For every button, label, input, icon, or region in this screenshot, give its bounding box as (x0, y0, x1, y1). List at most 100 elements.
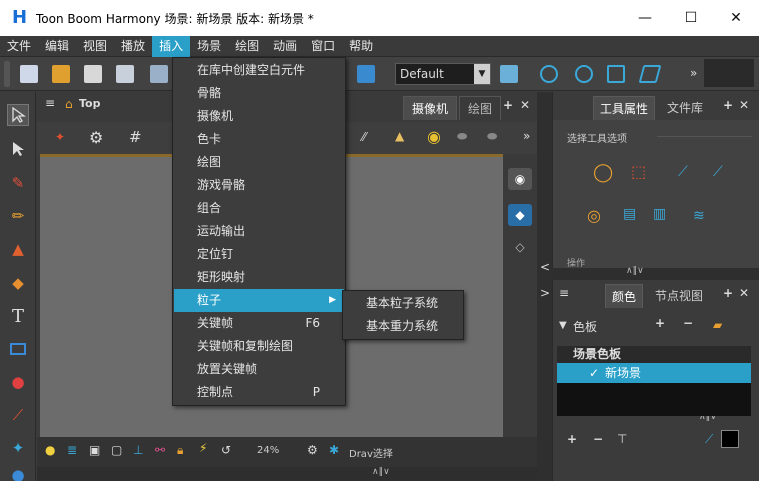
open-folder-icon[interactable] (52, 65, 70, 83)
lightbulb-icon[interactable]: ● (45, 443, 55, 457)
chevron-left-icon[interactable]: < (540, 260, 550, 274)
tab-tool-properties[interactable]: 工具属性 (593, 96, 656, 120)
select-stroke-icon[interactable]: ◎ (587, 206, 601, 225)
add-view-icon[interactable]: + (503, 98, 513, 112)
pencil-tool-icon[interactable]: ✏ (7, 205, 29, 227)
close-panel-icon[interactable]: ✕ (739, 98, 749, 112)
menu-item-particle[interactable]: 粒子 ▶ (174, 289, 344, 312)
eraser-tool-icon[interactable]: ◆ (7, 272, 29, 294)
tab-drawing[interactable]: 绘图 (459, 96, 502, 120)
link-icon[interactable]: ⚯ (155, 443, 165, 457)
layers-icon[interactable]: ◆ (508, 204, 532, 226)
menu-drawing[interactable]: 绘图 (228, 36, 266, 57)
layers-stack-icon[interactable]: ≣ (67, 443, 77, 457)
rotate-icon[interactable] (575, 65, 593, 83)
menu-item-game-bone[interactable]: 游戏骨骼 (174, 174, 344, 197)
brush-tool-icon[interactable]: ✎ (7, 172, 29, 194)
menu-item-camera[interactable]: 摄像机 (174, 105, 344, 128)
view-preset-select[interactable]: Default ▼ (395, 63, 491, 85)
menu-item-basic-particle-system[interactable]: 基本粒子系统 (344, 292, 462, 315)
tab-node-view[interactable]: 节点视图 (649, 284, 709, 308)
menu-edit[interactable]: 编辑 (38, 36, 76, 57)
stamp-tool-icon[interactable]: ▲ (7, 238, 29, 260)
menu-item-colour-card[interactable]: 色卡 (174, 128, 344, 151)
close-view-icon[interactable]: ✕ (520, 98, 530, 112)
menu-item-set-keyframe[interactable]: 放置关键帧 (174, 358, 344, 381)
remove-colour-icon[interactable]: − (593, 432, 603, 446)
add-colour-panel-icon[interactable]: + (723, 286, 733, 300)
tab-library[interactable]: 文件库 (661, 96, 709, 120)
skew-icon[interactable] (638, 65, 662, 83)
flash-icon[interactable]: ⚡︎ (199, 441, 207, 455)
move-icon[interactable] (540, 65, 558, 83)
draw-select-label[interactable]: Drav选择 (349, 445, 393, 460)
menu-help[interactable]: 帮助 (342, 36, 380, 57)
marquee-icon[interactable]: ⬚ (631, 162, 646, 181)
menu-item-control-point[interactable]: 控制点 P (174, 381, 344, 404)
pivot-show-icon[interactable]: ⊥ (133, 443, 143, 457)
gear-icon[interactable]: ⚙ (89, 128, 103, 147)
menu-insert[interactable]: 插入 (152, 35, 191, 57)
menu-item-motion-output[interactable]: 运动输出 (174, 220, 344, 243)
workspace-icon[interactable] (500, 65, 518, 83)
palette-list-item[interactable]: ✓ 新场景 (557, 363, 751, 383)
remove-palette-icon[interactable]: − (683, 316, 693, 330)
add-colour-icon[interactable]: + (567, 432, 577, 446)
settings-gear-icon[interactable]: ⚙ (307, 443, 318, 457)
keyboard-icon[interactable] (357, 65, 375, 83)
menu-animation[interactable]: 动画 (266, 36, 304, 57)
save-icon[interactable] (84, 65, 102, 83)
stage-icon[interactable]: ⬬ (487, 129, 497, 144)
frame-icon[interactable]: ▣ (89, 443, 100, 457)
menu-item-keyframe[interactable]: 关键帧 F6 (174, 312, 344, 335)
toolbar-grip[interactable] (4, 61, 10, 87)
import-icon[interactable] (150, 65, 168, 83)
save-as-icon[interactable] (116, 65, 134, 83)
zoom-level[interactable]: 24% (257, 445, 279, 456)
reset-view-icon[interactable]: ↺ (221, 443, 231, 457)
splitter-arrows-icon[interactable]: ∧‖∨ (372, 467, 390, 477)
close-button[interactable]: ✕ (713, 0, 759, 36)
menu-view[interactable]: 视图 (76, 36, 114, 57)
menu-scene[interactable]: 场景 (190, 36, 228, 57)
bring-forward-icon[interactable]: ▤ (623, 206, 636, 222)
onion-skin-icon[interactable]: ⁄⁄ (362, 130, 366, 144)
breadcrumb[interactable]: Top (79, 97, 100, 110)
maximize-button[interactable]: ☐ (668, 0, 714, 36)
menu-item-group[interactable]: 组合 (174, 197, 344, 220)
menu-item-basic-gravity-system[interactable]: 基本重力系统 (344, 315, 462, 338)
new-scene-icon[interactable] (20, 65, 38, 83)
eye-icon[interactable]: ◉ (508, 168, 532, 190)
menu-window[interactable]: 窗口 (304, 36, 342, 57)
minimize-button[interactable]: — (622, 0, 668, 36)
draw-select-icon[interactable]: ✱ (329, 443, 339, 457)
view-menu-icon[interactable]: ≡ (45, 96, 55, 110)
menu-item-drawing[interactable]: 绘图 (174, 151, 344, 174)
lasso-icon[interactable]: ◯ (593, 162, 613, 183)
right-splitter-arrows-icon[interactable]: ∧‖∨ (626, 266, 644, 276)
colour-options-icon[interactable]: ⊤ (617, 432, 627, 446)
toolbar-overflow-icon[interactable]: » (690, 66, 697, 80)
menu-item-keyframe-duplicate-drawing[interactable]: 关键帧和复制绘图 (174, 335, 344, 358)
snap-point-icon[interactable]: ⟋ (713, 164, 723, 180)
menu-item-peg[interactable]: 定位钉 (174, 243, 344, 266)
palette-folder-icon[interactable]: ▰ (713, 318, 722, 332)
right-splitter[interactable]: ∧‖∨ (552, 266, 759, 280)
palette-expand-icon[interactable]: ▼ (559, 320, 567, 331)
menu-play[interactable]: 播放 (114, 36, 152, 57)
send-back-icon[interactable]: ▥ (653, 206, 666, 222)
pivot-tool-icon[interactable]: ✦ (7, 437, 29, 459)
select-tool-icon[interactable] (7, 104, 29, 126)
colour-dropper-icon[interactable]: ⟋ (705, 432, 713, 447)
camera-mask-icon[interactable]: ⬬ (457, 129, 467, 144)
menu-item-bone[interactable]: 骨骼 (174, 82, 344, 105)
paint-bucket-icon[interactable]: ● (7, 371, 29, 393)
add-palette-icon[interactable]: + (655, 316, 665, 330)
text-tool-icon[interactable]: T (7, 305, 29, 327)
contour-editor-tool-icon[interactable] (7, 138, 29, 160)
chevron-right-icon[interactable]: > (540, 286, 550, 300)
safe-area-icon[interactable]: ▢ (111, 443, 122, 457)
menu-item-create-empty-symbol[interactable]: 在库中创建空白元件 (174, 59, 344, 82)
layers-outline-icon[interactable]: ◇ (508, 236, 532, 258)
panel-splitter[interactable]: < > (537, 92, 552, 481)
